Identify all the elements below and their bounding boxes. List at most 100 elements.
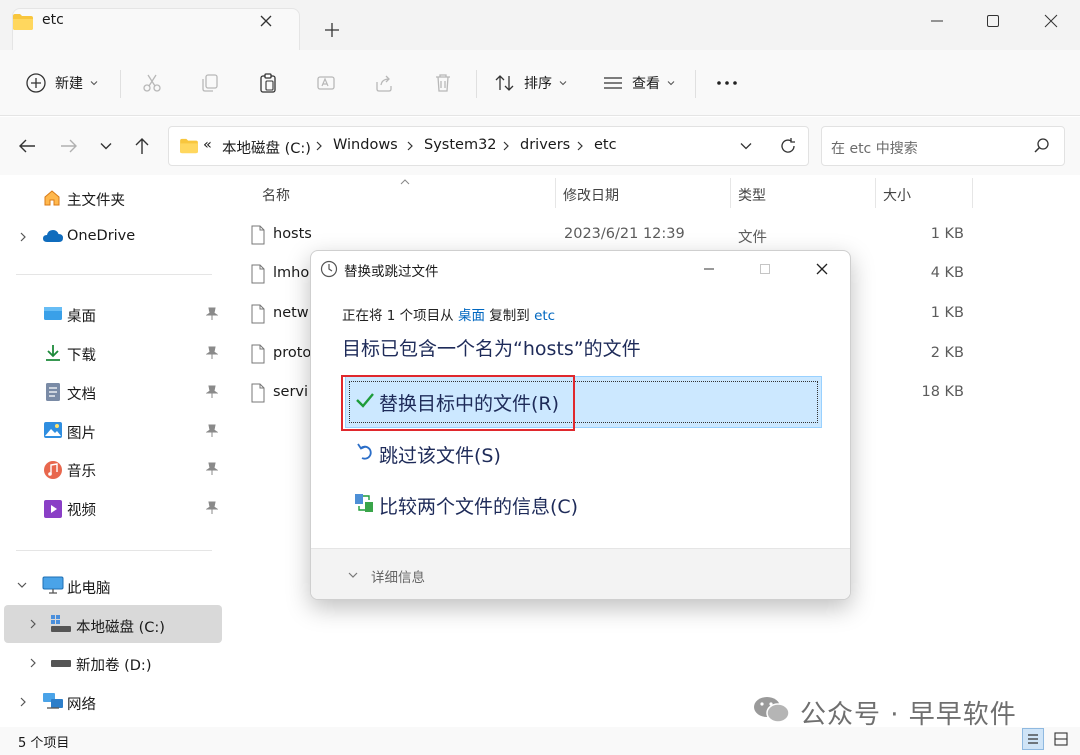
dialog-title: 替换或跳过文件 [344, 264, 439, 280]
desktop-icon [43, 305, 63, 323]
drive-d-icon [50, 657, 72, 669]
file-icon [251, 225, 265, 245]
breadcrumb-item[interactable]: drivers [520, 137, 570, 153]
file-size: 2 KB [930, 345, 964, 361]
watermark-text: 公众号 · 早早软件 [800, 700, 1017, 730]
copy-status-line: 正在将 1 个项目从 桌面 复制到 etc [342, 304, 555, 324]
pin-icon[interactable] [206, 424, 218, 438]
back-arrow-icon[interactable] [16, 135, 38, 157]
sidebar-item-home[interactable]: 主文件夹 [67, 189, 125, 210]
sidebar-item-videos[interactable]: 视频 [67, 499, 96, 520]
sidebar-item-documents[interactable]: 文档 [67, 383, 96, 404]
chevron-down-icon[interactable] [347, 570, 359, 580]
cut-icon[interactable] [141, 72, 163, 94]
copy-icon[interactable] [199, 72, 221, 94]
column-header-type[interactable]: 类型 [738, 185, 766, 205]
column-divider[interactable] [555, 178, 556, 208]
pin-icon[interactable] [206, 385, 218, 399]
sort-ascending-caret-icon [400, 179, 410, 185]
this-pc-icon [42, 576, 64, 594]
breadcrumb-item[interactable]: Windows [333, 137, 398, 153]
chevron-right-icon[interactable] [18, 696, 28, 708]
new-label: 新建 [55, 76, 83, 92]
chevron-down-icon[interactable] [16, 580, 28, 590]
source-link[interactable]: 桌面 [458, 308, 485, 324]
chevron-right-icon [577, 141, 583, 151]
close-tab-icon[interactable] [258, 13, 274, 29]
address-dropdown-icon[interactable] [737, 137, 755, 155]
column-divider[interactable] [972, 178, 973, 208]
pin-icon[interactable] [206, 346, 218, 360]
window-close-icon[interactable] [1040, 10, 1062, 32]
annotation-highlight-box [341, 375, 575, 431]
forward-arrow-icon[interactable] [58, 135, 80, 157]
up-arrow-icon[interactable] [131, 135, 153, 157]
file-icon [251, 383, 265, 403]
tiles-view-icon [1054, 732, 1068, 746]
minimize-icon[interactable] [926, 10, 948, 32]
more-options-button[interactable] [715, 72, 739, 94]
pin-icon[interactable] [206, 501, 218, 515]
file-name: servi [273, 384, 309, 400]
share-icon[interactable] [373, 72, 395, 94]
skip-arrow-icon [357, 443, 372, 460]
delete-icon[interactable] [432, 72, 454, 94]
pin-icon[interactable] [206, 307, 218, 321]
search-placeholder: 在 etc 中搜索 [831, 141, 918, 157]
sidebar-item-desktop[interactable]: 桌面 [67, 305, 96, 326]
sidebar-item-drive-d[interactable]: 新加卷 (D:) [76, 654, 151, 675]
new-tab-button[interactable] [322, 20, 342, 40]
details-view-toggle[interactable] [1022, 728, 1044, 750]
new-button[interactable]: 新建 [25, 72, 99, 94]
sidebar-item-onedrive[interactable]: OneDrive [67, 228, 135, 244]
file-icon [251, 344, 265, 364]
chevron-right-icon[interactable] [28, 657, 38, 669]
file-type: 文件 [738, 230, 767, 246]
breadcrumb-overflow[interactable]: « [203, 137, 212, 153]
maximize-icon [760, 264, 770, 274]
minimize-icon[interactable] [702, 262, 716, 276]
tiles-view-toggle[interactable] [1050, 728, 1072, 750]
sidebar-item-drive-c[interactable]: 本地磁盘 (C:) [76, 616, 165, 637]
pictures-icon [43, 421, 63, 439]
item-count: 5 个项目 [18, 736, 70, 751]
skip-option[interactable]: 跳过该文件(S) [379, 441, 501, 468]
column-header-size[interactable]: 大小 [883, 185, 911, 205]
rename-icon[interactable] [315, 72, 337, 94]
column-divider[interactable] [730, 178, 731, 208]
sidebar-item-this-pc[interactable]: 此电脑 [67, 577, 111, 598]
column-header-name[interactable]: 名称 [262, 185, 290, 205]
sort-button[interactable]: 排序 [494, 72, 568, 94]
sidebar-item-pictures[interactable]: 图片 [67, 422, 96, 443]
paste-icon[interactable] [257, 72, 279, 94]
refresh-icon[interactable] [777, 135, 799, 157]
breadcrumb-item[interactable]: 本地磁盘 (C:) [222, 137, 311, 158]
toolbar-divider [120, 70, 121, 98]
search-icon[interactable] [1033, 137, 1051, 155]
sidebar-divider [16, 274, 212, 275]
pin-icon[interactable] [206, 462, 218, 476]
more-details-toggle[interactable]: 详细信息 [371, 566, 425, 586]
maximize-icon[interactable] [982, 10, 1004, 32]
destination-link[interactable]: etc [534, 308, 555, 324]
file-name: proto [273, 345, 312, 361]
sidebar-item-network[interactable]: 网络 [67, 693, 96, 714]
view-button[interactable]: 查看 [602, 72, 676, 94]
file-date: 2023/6/21 12:39 [564, 226, 685, 242]
chevron-right-icon[interactable] [28, 618, 38, 630]
column-divider[interactable] [875, 178, 876, 208]
recent-locations-chevron-icon[interactable] [97, 137, 115, 155]
clock-icon [320, 260, 338, 278]
breadcrumb-item[interactable]: etc [594, 137, 617, 153]
breadcrumb-item[interactable]: System32 [424, 137, 497, 153]
chevron-right-icon[interactable] [18, 231, 28, 243]
plus-circle-icon [26, 73, 46, 93]
compare-option[interactable]: 比较两个文件的信息(C) [379, 492, 578, 519]
close-icon[interactable] [814, 261, 830, 277]
sort-label: 排序 [524, 76, 552, 92]
file-icon [251, 264, 265, 284]
sidebar-item-music[interactable]: 音乐 [67, 460, 96, 481]
column-header-date[interactable]: 修改日期 [563, 185, 619, 205]
sidebar-divider [16, 550, 212, 551]
sidebar-item-downloads[interactable]: 下载 [67, 344, 96, 365]
